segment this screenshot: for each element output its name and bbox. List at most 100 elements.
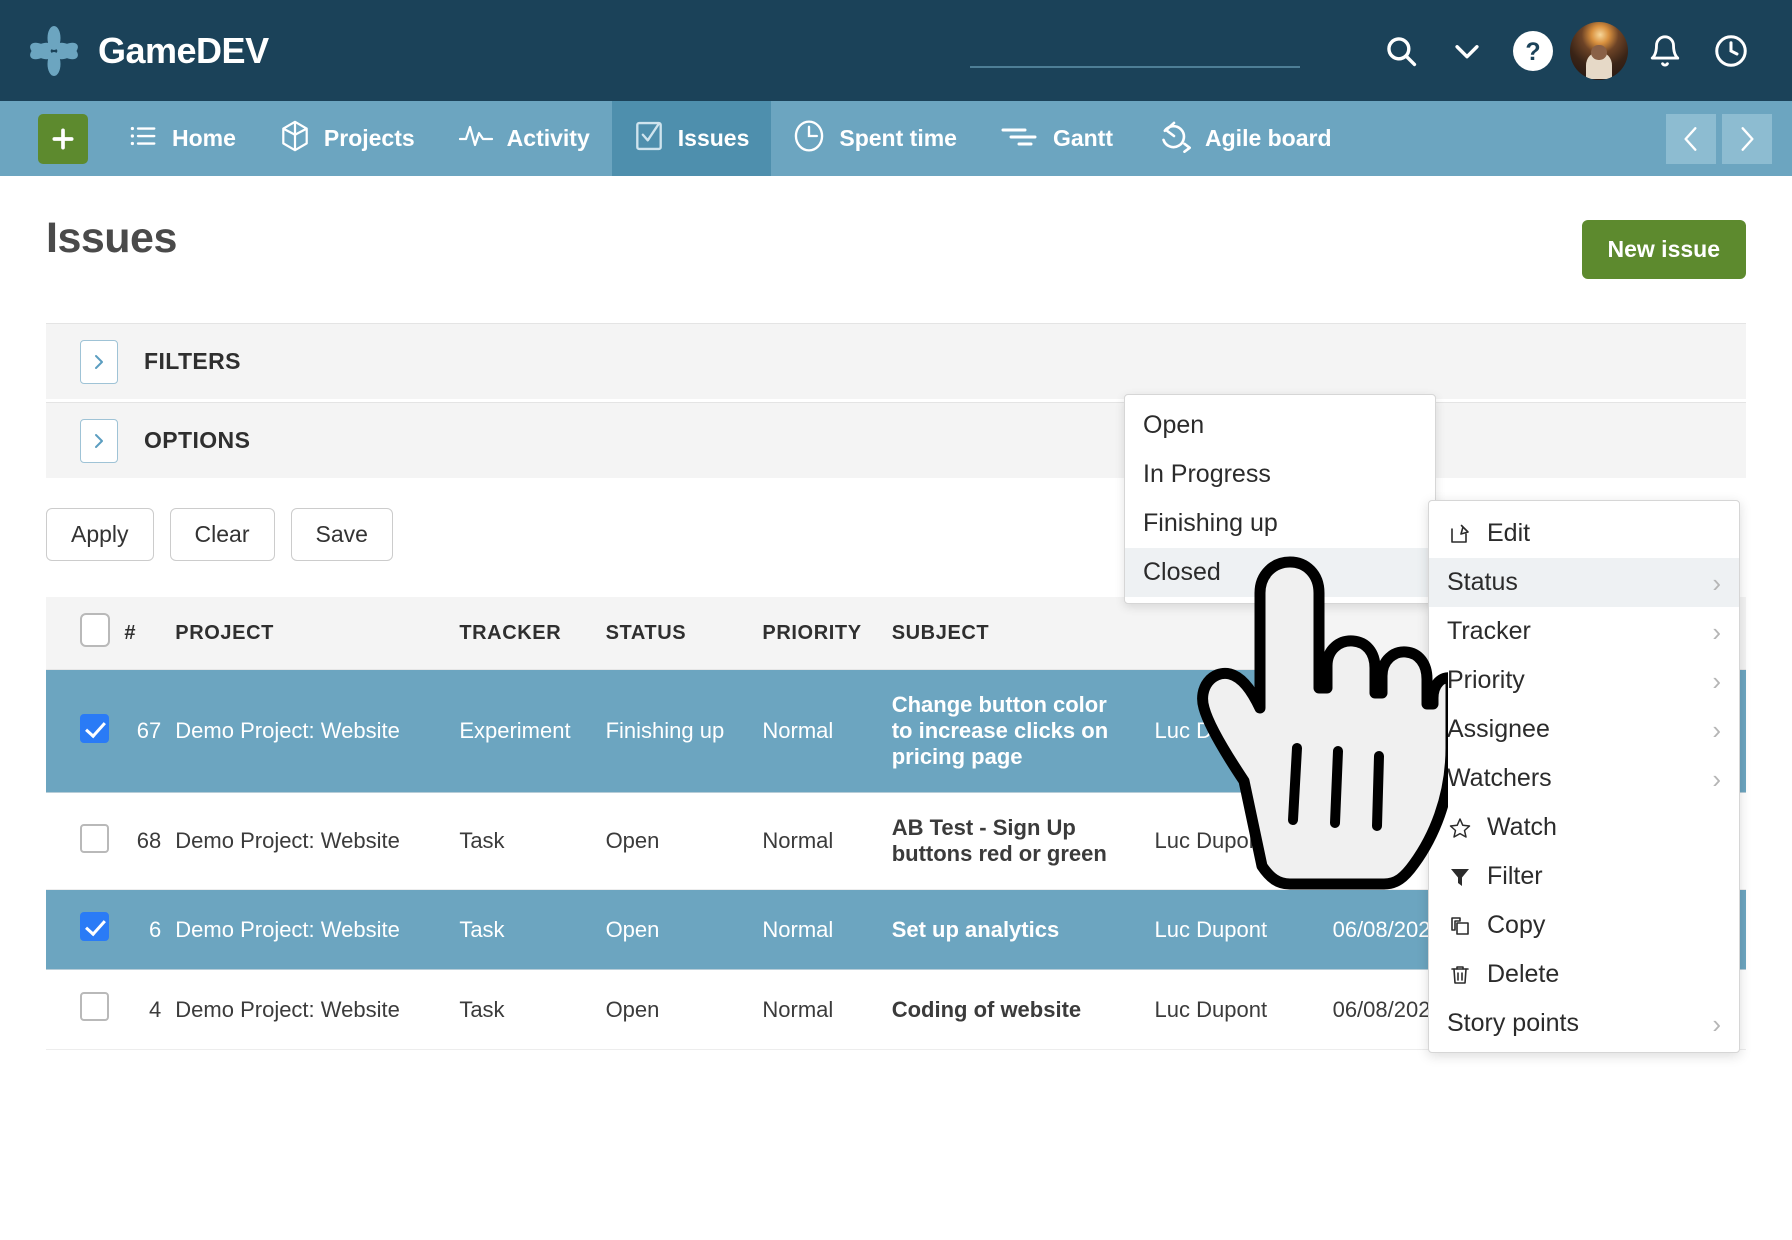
menu-label: Watch: [1487, 813, 1557, 841]
cell-project[interactable]: Demo Project: Website: [175, 969, 460, 1050]
status-submenu: Open In Progress Finishing up Closed: [1124, 394, 1436, 604]
options-panel[interactable]: OPTIONS: [46, 402, 1746, 478]
search-icon[interactable]: [1368, 18, 1434, 84]
cell-project[interactable]: Demo Project: Website: [175, 792, 460, 890]
nav-item-projects[interactable]: Projects: [258, 101, 437, 176]
nav-item-issues[interactable]: Issues: [611, 101, 772, 176]
cell-subject[interactable]: Change button color to increase clicks o…: [891, 669, 1155, 793]
col-header-tracker[interactable]: TRACKER: [459, 597, 606, 670]
notification-bell-icon[interactable]: [1632, 18, 1698, 84]
col-header-assignee: [1154, 597, 1333, 670]
context-menu-item-copy[interactable]: Copy: [1429, 901, 1739, 950]
nav-item-gantt[interactable]: Gantt: [979, 101, 1135, 176]
nav-item-home[interactable]: Home: [106, 101, 258, 176]
nav-label: Gantt: [1052, 125, 1114, 151]
cell-project[interactable]: Demo Project: Website: [175, 889, 460, 970]
filter-panels: FILTERS OPTIONS: [46, 323, 1746, 478]
chevron-right-icon: ›: [1712, 567, 1721, 598]
col-header-priority[interactable]: PRIORITY: [762, 597, 892, 670]
col-header-status[interactable]: STATUS: [605, 597, 763, 670]
nav-pager: [1666, 101, 1792, 176]
context-menu-item-watchers[interactable]: Watchers ›: [1429, 754, 1739, 803]
chevron-right-icon[interactable]: [80, 418, 118, 463]
clock-icon: [793, 119, 825, 159]
cell-project[interactable]: Demo Project: Website: [175, 669, 460, 793]
status-option-finishing-up[interactable]: Finishing up: [1125, 499, 1435, 548]
header-actions: ?: [970, 18, 1764, 84]
clear-button[interactable]: Clear: [169, 508, 275, 561]
cell-tracker: Task: [459, 792, 606, 890]
avatar[interactable]: [1566, 18, 1632, 84]
col-header-subject[interactable]: SUBJECT: [891, 597, 1155, 670]
chevron-down-icon[interactable]: [1434, 18, 1500, 84]
context-menu-item-delete[interactable]: Delete: [1429, 950, 1739, 999]
nav-item-spent-time[interactable]: Spent time: [771, 101, 979, 176]
row-checkbox[interactable]: [80, 992, 109, 1021]
cell-subject[interactable]: Set up analytics: [891, 889, 1155, 970]
cell-assignee: Luc Dupont: [1154, 792, 1333, 890]
brand[interactable]: GameDEV: [28, 25, 269, 77]
menu-label: Copy: [1487, 911, 1546, 939]
context-menu-item-tracker[interactable]: Tracker ›: [1429, 607, 1739, 656]
save-button[interactable]: Save: [290, 508, 393, 561]
chevron-right-icon[interactable]: [80, 339, 118, 384]
brand-name: GameDEV: [98, 29, 269, 71]
chevron-right-icon: ›: [1712, 665, 1721, 696]
context-menu-item-filter[interactable]: Filter: [1429, 852, 1739, 901]
edit-pencil-icon: [1447, 521, 1473, 547]
context-menu-item-status[interactable]: Status ›: [1429, 558, 1739, 607]
status-option-open[interactable]: Open: [1125, 401, 1435, 450]
nav-item-activity[interactable]: Activity: [437, 101, 612, 176]
cell-subject[interactable]: Coding of website: [891, 969, 1155, 1050]
cell-priority: Normal: [762, 969, 892, 1050]
row-checkbox[interactable]: [80, 912, 109, 941]
menu-label: Story points: [1447, 1009, 1580, 1037]
select-all-cell: [46, 597, 125, 670]
row-checkbox[interactable]: [80, 713, 109, 743]
status-option-in-progress[interactable]: In Progress: [1125, 450, 1435, 499]
search-input[interactable]: [970, 33, 1300, 68]
new-issue-button[interactable]: New issue: [1581, 220, 1746, 279]
menu-label: Tracker: [1447, 617, 1531, 645]
main-navigation: Home Projects Activity Issues Spent time…: [0, 101, 1792, 176]
filters-label: FILTERS: [144, 348, 241, 374]
add-button-wrap: [0, 101, 106, 176]
list-icon: [128, 121, 158, 157]
cell-status: Open: [605, 792, 763, 890]
cell-assignee: Luc Dupont: [1154, 669, 1333, 793]
context-menu-item-assignee[interactable]: Assignee ›: [1429, 705, 1739, 754]
menu-label: Open: [1143, 411, 1205, 439]
menu-label: Priority: [1447, 666, 1525, 694]
chevron-right-icon: ›: [1712, 1008, 1721, 1039]
context-menu-item-story-points[interactable]: Story points ›: [1429, 999, 1739, 1048]
nav-next-button[interactable]: [1722, 113, 1772, 164]
menu-label: Closed: [1143, 558, 1221, 586]
context-menu-item-priority[interactable]: Priority ›: [1429, 656, 1739, 705]
recent-clock-icon[interactable]: [1698, 18, 1764, 84]
top-header: GameDEV ?: [0, 0, 1792, 101]
copy-icon: [1447, 913, 1473, 939]
question-mark-icon[interactable]: ?: [1500, 18, 1566, 84]
add-new-button[interactable]: [38, 113, 88, 164]
menu-label: Edit: [1487, 519, 1531, 547]
nav-item-agile-board[interactable]: Agile board: [1135, 101, 1354, 176]
chevron-right-icon: ›: [1712, 714, 1721, 745]
select-all-checkbox[interactable]: [80, 613, 110, 647]
status-option-closed[interactable]: Closed: [1125, 548, 1435, 597]
nav-label: Spent time: [839, 125, 957, 151]
context-menu-item-watch[interactable]: Watch: [1429, 803, 1739, 852]
pulse-icon: [458, 122, 493, 156]
row-checkbox[interactable]: [80, 823, 109, 853]
apply-button[interactable]: Apply: [46, 508, 154, 561]
filters-panel[interactable]: FILTERS: [46, 323, 1746, 399]
cell-subject[interactable]: AB Test - Sign Up buttons red or green: [891, 792, 1155, 890]
cell-id: 67: [124, 669, 176, 793]
menu-label: Delete: [1487, 960, 1560, 988]
nav-prev-button[interactable]: [1666, 113, 1716, 164]
col-header-id[interactable]: #: [124, 597, 176, 670]
nav-label: Projects: [323, 125, 415, 151]
menu-label: In Progress: [1143, 460, 1271, 488]
context-menu-item-edit[interactable]: Edit: [1429, 509, 1739, 558]
gantt-bars-icon: [1001, 123, 1039, 155]
col-header-project[interactable]: PROJECT: [175, 597, 460, 670]
